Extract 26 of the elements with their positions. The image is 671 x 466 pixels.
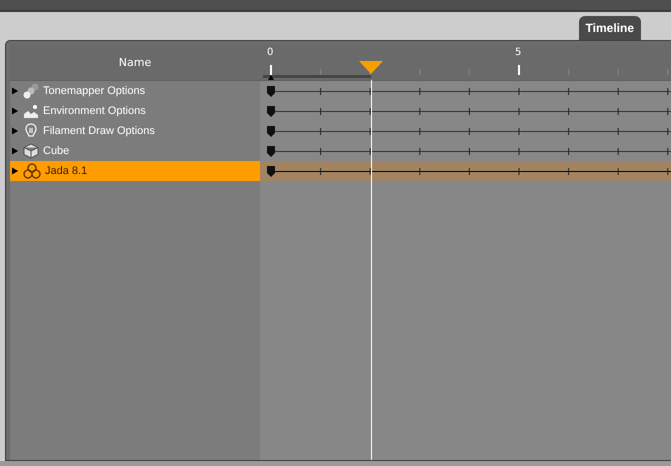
- timeline-tab[interactable]: Timeline: [578, 16, 641, 40]
- ruler-label: 0: [267, 47, 274, 58]
- column-header[interactable]: Name: [10, 45, 260, 81]
- tree-item[interactable]: Environment Options: [10, 101, 260, 121]
- expand-arrow-icon[interactable]: [12, 127, 19, 135]
- expand-arrow-icon[interactable]: [12, 167, 19, 175]
- keyframe-icon[interactable]: [266, 146, 276, 157]
- tree-item[interactable]: Tonemapper Options: [10, 81, 260, 101]
- tree-item[interactable]: Jada 8.1: [10, 161, 260, 181]
- ruler-label: 5: [515, 47, 522, 58]
- bulb-icon: [23, 123, 39, 139]
- keyframe-icon[interactable]: [266, 166, 276, 177]
- keyframe-icon[interactable]: [266, 126, 276, 137]
- cube-icon: [23, 143, 39, 159]
- expand-arrow-icon[interactable]: [12, 147, 19, 155]
- playhead-icon[interactable]: [359, 61, 383, 74]
- circles-icon: [23, 163, 41, 179]
- expand-arrow-icon[interactable]: [12, 87, 19, 95]
- time-ruler[interactable]: 0 5: [260, 45, 671, 81]
- tree-item[interactable]: Cube: [10, 141, 260, 161]
- expand-arrow-icon[interactable]: [12, 107, 19, 115]
- tree-item[interactable]: Filament Draw Options: [10, 121, 260, 141]
- keyframe-icon[interactable]: [266, 106, 276, 117]
- keyframe-icon[interactable]: [266, 86, 276, 97]
- spheres-icon: [23, 83, 39, 99]
- landscape-icon: [23, 103, 39, 119]
